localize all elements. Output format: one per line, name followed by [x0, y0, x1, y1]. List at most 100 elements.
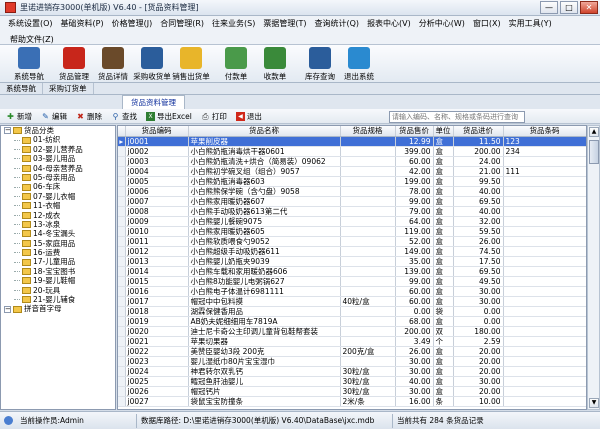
scroll-down-icon[interactable]: ▼	[589, 398, 599, 408]
delete-label: 删除	[87, 111, 102, 121]
toolbar-button[interactable]: 货品详情	[94, 45, 132, 82]
find-button[interactable]: ⚲ 查找	[111, 111, 137, 122]
exit-button[interactable]: ◀ 退出	[235, 111, 262, 122]
tree-category-node[interactable]: 11-衣帽	[1, 201, 115, 210]
menu-item[interactable]: 合同管理(R)	[156, 16, 208, 32]
table-row[interactable]: j0013 小白熊婴儿奶瓶夹9039 35.00 盒 17.50	[118, 256, 586, 267]
table-row[interactable]: j0027 袋鼠宝宝防撞条 2米/条 16.00 条 10.00	[118, 396, 586, 407]
print-button[interactable]: ⎙ 打印	[201, 111, 227, 122]
tree-category-node[interactable]: 05-母亲用品	[1, 173, 115, 182]
table-row[interactable]: j0025 鳕冠鱼肝油婴儿 30粒/盒 40.00 盒 30.00	[118, 376, 586, 387]
table-row[interactable]: j0002 小白熊奶瓶消毒烘干器0601 399.00 盒 200.00 234	[118, 146, 586, 157]
table-row[interactable]: j0005 小白熊奶瓶消毒器603 199.00 盒 99.50	[118, 176, 586, 187]
menu-item[interactable]: 查询统计(Q)	[311, 16, 364, 32]
scroll-up-icon[interactable]: ▲	[589, 127, 599, 137]
table-row[interactable]: j0006 小白熊熊保学碗（含勺盘）9058 78.00 盒 40.00	[118, 186, 586, 197]
add-button[interactable]: ✚ 新增	[6, 111, 32, 122]
tree-expand-icon[interactable]: −	[4, 127, 11, 135]
toolbar-button[interactable]: 销售出货单	[172, 45, 210, 82]
table-row[interactable]: j0012 小白熊超级手动吸奶器611 149.00 盒 74.50	[118, 246, 586, 257]
tree-category-node[interactable]: 14-冬宝漏头	[1, 229, 115, 238]
maximize-button[interactable]: □	[560, 1, 578, 14]
cell-unit: 盒	[433, 356, 454, 367]
table-row[interactable]: j0015 小白熊8功能婴儿电粥锅627 99.00 盒 49.50	[118, 276, 586, 287]
tree-category-node[interactable]: 19-婴儿鞋帽	[1, 276, 115, 285]
menu-item[interactable]: 实用工具(Y)	[505, 16, 556, 32]
table-row[interactable]: j0023 婴儿湿纸巾80片宝宝湿巾 30.00 盒 20.00	[118, 356, 586, 367]
col-header-price[interactable]: 货品售价	[395, 126, 434, 137]
table-row[interactable]: j0007 小白熊家用暖奶器607 99.00 盒 69.50	[118, 196, 586, 207]
tree-category-node[interactable]: 15-家庭用品	[1, 239, 115, 248]
table-row[interactable]: j0009 小白熊婴儿餐碗9075 64.00 盒 32.00	[118, 216, 586, 227]
menu-item[interactable]: 分析中心(W)	[415, 16, 469, 32]
toolbar-button[interactable]: 库存查询	[301, 45, 339, 82]
tree-category-node[interactable]: 20-玩具	[1, 286, 115, 295]
edit-button[interactable]: ✎ 编辑	[41, 111, 67, 122]
col-header-barcode[interactable]: 货品条码	[503, 126, 586, 137]
cell-price: 99.00	[395, 196, 434, 207]
menu-item[interactable]: 往来业务(S)	[208, 16, 259, 32]
tree-category-node[interactable]: 17-儿童用品	[1, 257, 115, 266]
table-row[interactable]: j0024 神君转尔双乳钙 30粒/盒 30.00 盒 20.00	[118, 366, 586, 377]
table-row[interactable]: j0010 小白熊家用暖奶器605 119.00 盒 59.50	[118, 226, 586, 237]
table-row[interactable]: ▸ j0001 苹果削皮器 12.99 盒 11.50 123	[118, 136, 586, 147]
tab-goods-management[interactable]: 货品资料管理	[122, 95, 185, 109]
tree-category-node[interactable]: 13-冰泉	[1, 220, 115, 229]
tree-category-node[interactable]: 18-宝宝图书	[1, 267, 115, 276]
tree-root-node[interactable]: − 货品分类	[1, 126, 115, 135]
minimize-button[interactable]: —	[540, 1, 558, 14]
tab-system-nav[interactable]: 系统导航	[0, 83, 43, 94]
tab-purchase-order[interactable]: 采购订货单	[43, 83, 94, 94]
delete-button[interactable]: ✖ 删除	[76, 111, 102, 122]
table-row[interactable]: j0019 AB奶夫妮细细用车7819A 68.00 盒 0.00	[118, 316, 586, 327]
search-input[interactable]	[389, 111, 525, 123]
tree-category-node[interactable]: 02-婴儿营养品	[1, 145, 115, 154]
cell-price: 30.00	[395, 386, 434, 397]
tree-category-node[interactable]: 06-车床	[1, 182, 115, 191]
tree-category-node[interactable]: 03-婴儿用品	[1, 154, 115, 163]
col-header-unit[interactable]: 单位	[433, 126, 454, 137]
menu-item[interactable]: 票据管理(T)	[259, 16, 310, 32]
toolbar-button[interactable]: 退出系统	[340, 45, 378, 82]
export-excel-button[interactable]: X 导出Excel	[146, 111, 192, 122]
menu-item[interactable]: 报表中心(V)	[363, 16, 415, 32]
menu-item[interactable]: 系统设置(O)	[4, 16, 57, 32]
folder-icon	[22, 258, 31, 266]
tree-category-node[interactable]: 04-母亲营养品	[1, 164, 115, 173]
toolbar-button[interactable]: 付款单	[217, 45, 255, 82]
table-row[interactable]: j0026 帽冠钙片 30粒/盒 30.00 盒 20.00	[118, 386, 586, 397]
table-row[interactable]: j0014 小白熊车载和家用暖奶器606 139.00 盒 69.50	[118, 266, 586, 277]
table-row[interactable]: j0003 小白熊奶瓶清洗+烘合（简易装）09062 60.00 盒 24.00	[118, 156, 586, 167]
toolbar-button[interactable]: 系统导航	[10, 45, 48, 82]
tree-category-node[interactable]: 01-纺织	[1, 135, 115, 144]
toolbar-button[interactable]: 采购收货单	[133, 45, 171, 82]
tree-category-node[interactable]: 21-婴儿辅食	[1, 295, 115, 304]
col-header-cost[interactable]: 货品进价	[453, 126, 504, 137]
tree-pinyin-node[interactable]: − 拼音首字母	[1, 304, 115, 313]
tree-category-node[interactable]: 07-婴儿衣帽	[1, 192, 115, 201]
table-row[interactable]: j0011 小白熊软质喂食勺9052 52.00 盒 26.00	[118, 236, 586, 247]
tree-category-node[interactable]: 12-成衣	[1, 211, 115, 220]
vertical-scrollbar[interactable]: ▲ ▼	[587, 125, 600, 410]
table-row[interactable]: j0008 小白熊手动吸奶器613第二代 79.00 盒 40.00	[118, 206, 586, 217]
col-header-spec[interactable]: 货品规格	[340, 126, 396, 137]
tree-expand-icon[interactable]: −	[4, 305, 11, 313]
scroll-thumb[interactable]	[589, 140, 599, 164]
menu-item[interactable]: 窗口(X)	[469, 16, 505, 32]
menu-item[interactable]: 价格管理(J)	[108, 16, 157, 32]
close-button[interactable]: ✕	[580, 1, 598, 14]
table-row[interactable]: j0004 小白熊初学碗叉组（组合）9057 42.00 盒 21.00 111	[118, 166, 586, 177]
table-row[interactable]: j0018 湖霖保健香用品 0.00 袋 0.00	[118, 306, 586, 317]
col-header-name[interactable]: 货品名称	[188, 126, 341, 137]
table-row[interactable]: j0020 迪士尼卡奇公主印调儿童背包鞋帮套装 200.00 双 180.00	[118, 326, 586, 337]
table-row[interactable]: j0021 苹果切果器 3.49 个 2.59	[118, 336, 586, 347]
col-header-code[interactable]: 货品编码	[125, 126, 189, 137]
menu-item[interactable]: 基础资料(P)	[57, 16, 108, 32]
table-row[interactable]: j0017 帽冠中中包料摸 40粒/盒 60.00 盒 30.00	[118, 296, 586, 307]
toolbar-button[interactable]: 收款单	[256, 45, 294, 82]
menu-help[interactable]: 帮助文件(Z)	[6, 35, 58, 44]
cell-barcode: 123	[503, 136, 586, 147]
table-row[interactable]: j0022 美赞臣婴幼3段 200克 200克/盒 26.00 盒 20.00	[118, 346, 586, 357]
table-row[interactable]: j0016 小白熊电子体温计6981111 60.00 盒 30.00	[118, 286, 586, 297]
toolbar-button[interactable]: 货品管理	[55, 45, 93, 82]
